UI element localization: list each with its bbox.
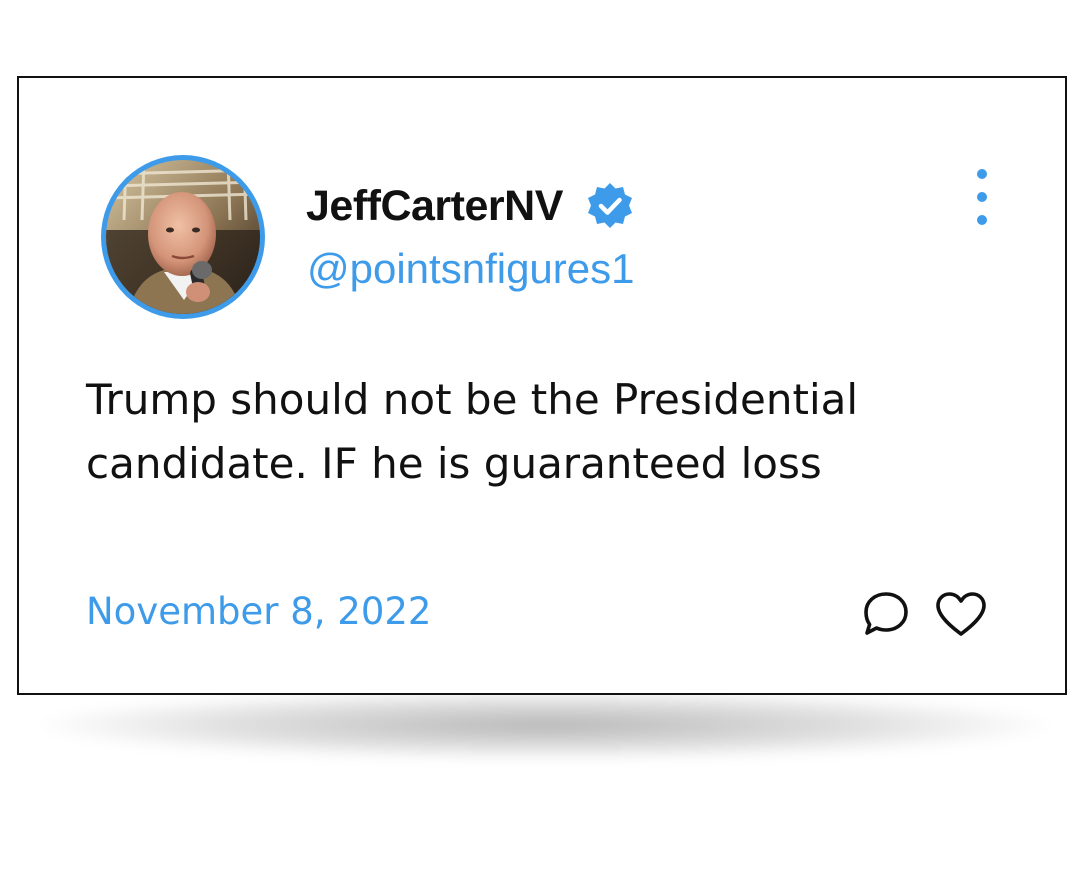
user-handle[interactable]: @pointsnfigures1 [307,245,635,293]
heart-icon[interactable] [934,590,988,638]
profile-photo [106,160,260,314]
name-row: JeffCarterNV [306,178,635,234]
avatar[interactable] [101,155,265,319]
tweet-text: Trump should not be the Presidential can… [86,375,859,488]
more-options-icon[interactable] [967,164,997,234]
card-shadow [40,690,1050,760]
tweet-date[interactable]: November 8, 2022 [86,590,431,633]
display-name[interactable]: JeffCarterNV [306,182,563,231]
tweet-stage: JeffCarterNV @pointsnfigures1 Trump shou… [0,0,1080,880]
verified-badge-icon [587,183,632,228]
reply-bubble-icon[interactable] [862,590,910,638]
tweet-card: JeffCarterNV @pointsnfigures1 Trump shou… [17,76,1067,695]
